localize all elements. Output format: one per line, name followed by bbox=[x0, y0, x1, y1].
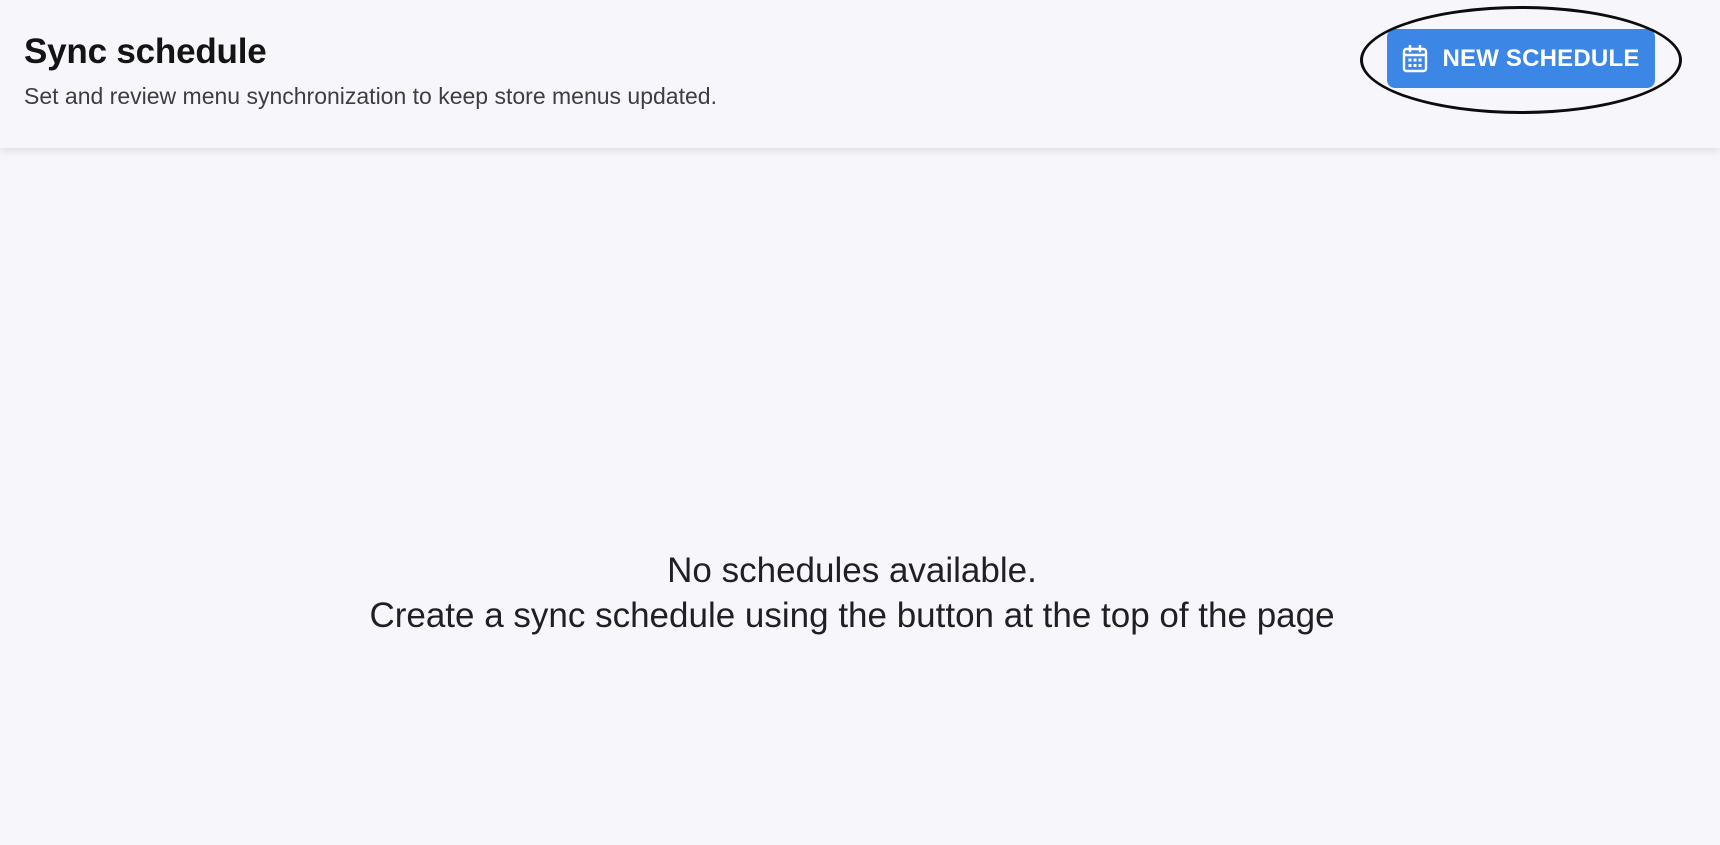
new-schedule-button[interactable]: NEW SCHEDULE bbox=[1387, 29, 1655, 88]
empty-state-message: No schedules available. Create a sync sc… bbox=[0, 548, 1704, 638]
page-subtitle: Set and review menu synchronization to k… bbox=[24, 83, 717, 109]
calendar-icon bbox=[1402, 44, 1428, 73]
empty-state-title: No schedules available. bbox=[667, 551, 1037, 590]
empty-state-hint: Create a sync schedule using the button … bbox=[369, 596, 1335, 635]
new-schedule-label: NEW SCHEDULE bbox=[1442, 44, 1640, 72]
sync-schedule-page: Sync schedule Set and review menu synchr… bbox=[0, 0, 1720, 845]
page-header: Sync schedule Set and review menu synchr… bbox=[0, 0, 1720, 148]
page-title: Sync schedule bbox=[24, 32, 267, 71]
